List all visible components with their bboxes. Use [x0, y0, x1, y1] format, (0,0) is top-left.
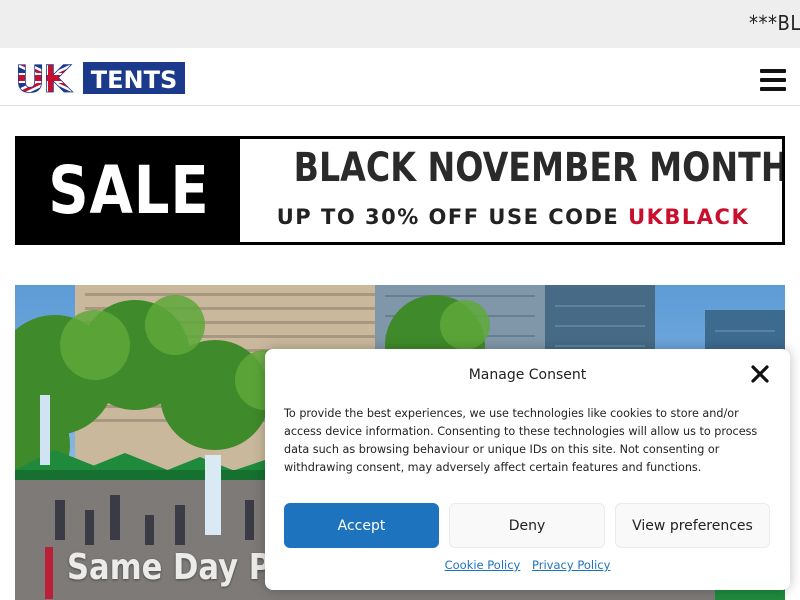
sale-headline: BLACK NOVEMBER MONTH [293, 145, 785, 191]
sale-sub-prefix: UP TO 30% OFF USE CODE [276, 205, 620, 229]
site-logo[interactable]: UK UK TENTS [15, 61, 185, 95]
close-icon[interactable] [751, 365, 769, 383]
announcement-text: ***BLACK NOVEMBER MONTH*** [749, 11, 800, 35]
consent-links: Cookie Policy Privacy Policy [265, 558, 790, 572]
hamburger-menu-icon[interactable] [760, 69, 786, 91]
logo-tents-text: TENTS [91, 66, 178, 94]
privacy-policy-link[interactable]: Privacy Policy [532, 558, 610, 572]
site-header: UK UK TENTS [0, 48, 800, 106]
deny-button[interactable]: Deny [449, 503, 605, 548]
consent-dialog: Manage Consent To provide the best exper… [265, 349, 790, 590]
cookie-policy-link[interactable]: Cookie Policy [445, 558, 521, 572]
svg-text:UK: UK [15, 61, 73, 95]
accept-button[interactable]: Accept [284, 503, 439, 548]
consent-message: To provide the best experiences, we use … [284, 407, 758, 474]
consent-title: Manage Consent [468, 367, 587, 383]
sale-banner[interactable]: SALE BLACK NOVEMBER MONTH UP TO 30% OFF … [15, 136, 785, 245]
announcement-bar: ***BLACK NOVEMBER MONTH*** [0, 0, 800, 48]
sale-label: SALE [18, 139, 240, 242]
promo-code: UKBLACK [628, 205, 750, 229]
view-preferences-button[interactable]: View preferences [615, 503, 770, 548]
sale-subline: UP TO 30% OFF USE CODE UKBLACK [243, 205, 782, 229]
